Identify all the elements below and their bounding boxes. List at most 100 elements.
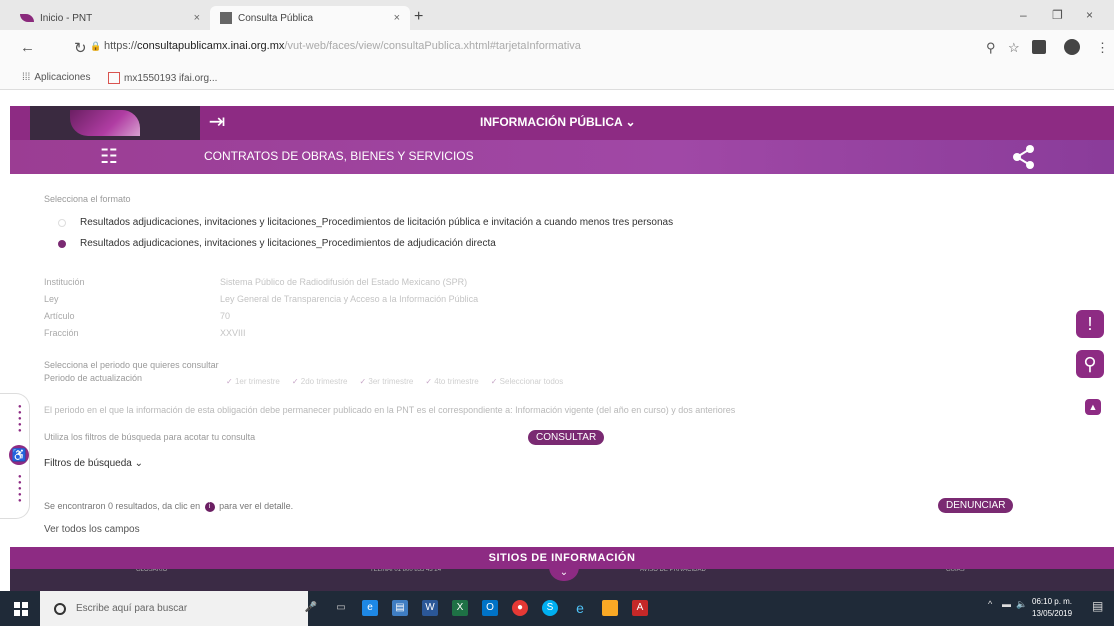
scroll-top-icon[interactable]: ▲ [1085, 399, 1101, 415]
url-scheme: https:// [104, 40, 138, 52]
acrobat-icon[interactable]: A [632, 600, 648, 616]
format-option-label: Resultados adjudicaciones, invitaciones … [80, 238, 496, 249]
bookmark-label: mx1550193 ifai.org... [124, 72, 218, 84]
consultar-button[interactable]: CONSULTAR [528, 430, 605, 445]
search-filters-toggle[interactable]: Filtros de búsqueda ⌄ [44, 458, 143, 469]
site-header: ⇥ INFORMACIÓN PÚBLICA ⌄ [10, 106, 1114, 140]
filter-hint: Utiliza los filtros de búsqueda para aco… [44, 432, 256, 442]
internet-explorer-icon[interactable]: e [572, 600, 588, 616]
task-view-icon[interactable]: ▭ [333, 600, 349, 616]
document-favicon-icon [220, 12, 232, 24]
word-icon[interactable]: W [422, 600, 438, 616]
period-checkbox-q3[interactable]: 3er trimestre [359, 377, 413, 386]
period-label: Periodo de actualización [44, 373, 143, 383]
dots-icon: ● ● ● ● ● [18, 404, 22, 434]
radio-unselected[interactable] [58, 218, 66, 227]
tab-title: Consulta Pública [238, 12, 314, 24]
detail-value: XXVIII [220, 328, 246, 338]
pnt-favicon-icon [20, 14, 34, 22]
more-menu-icon[interactable]: ⋮ [1096, 40, 1109, 56]
detail-key: Fracción [44, 328, 79, 338]
windows-taskbar: Escribe aquí para buscar 🎤 ▭ e ▤ W X O ●… [0, 591, 1114, 626]
taskbar-clock[interactable]: 06:10 p. m. 13/05/2019 [1032, 596, 1072, 620]
close-tab-icon[interactable]: × [394, 12, 400, 24]
radio-selected[interactable] [58, 239, 66, 248]
skype-icon[interactable]: S [542, 600, 558, 616]
outlook-icon[interactable]: O [482, 600, 498, 616]
network-icon[interactable]: ▬ [1002, 599, 1011, 609]
clock-date: 13/05/2019 [1032, 609, 1073, 618]
contracts-document-icon: ☷ [100, 146, 118, 168]
period-checkbox-q1[interactable]: 1er trimestre [226, 377, 280, 386]
login-icon[interactable]: ⇥ [204, 110, 230, 134]
file-explorer-icon[interactable]: ▤ [392, 600, 408, 616]
results-text: Se encontraron 0 resultados, da clic en [44, 501, 201, 511]
url-host: consultapublicamx.inai.org.mx [137, 40, 285, 52]
volume-icon[interactable]: 🔈 [1016, 599, 1027, 610]
detail-key: Institución [44, 277, 85, 287]
bookmarks-bar: ⁞⁞⁞ Aplicaciones mx1550193 ifai.org... [0, 66, 1114, 90]
mail-favicon-icon [108, 72, 120, 84]
section-header: ☷ CONTRATOS DE OBRAS, BIENES Y SERVICIOS [10, 140, 1114, 174]
minimize-button[interactable]: – [1020, 8, 1027, 22]
bookmark-label: Aplicaciones [34, 72, 91, 83]
tab-inicio[interactable]: Inicio - PNT × [10, 6, 210, 30]
period-prompt: Selecciona el periodo que quieres consul… [44, 360, 219, 370]
format-option-adjudicacion[interactable]: Resultados adjudicaciones, invitaciones … [58, 238, 496, 249]
bookmark-mx[interactable]: mx1550193 ifai.org... [108, 72, 217, 84]
pnt-logo-icon[interactable] [70, 110, 140, 136]
close-tab-icon[interactable]: × [194, 12, 200, 24]
alert-icon[interactable]: ! [1076, 310, 1104, 338]
denunciar-button[interactable]: DENUNCIAR [938, 498, 1014, 513]
section-title: CONTRATOS DE OBRAS, BIENES Y SERVICIOS [204, 149, 474, 163]
detail-value: Sistema Público de Radiodifusión del Est… [220, 277, 468, 287]
results-text: para ver el detalle. [219, 501, 294, 511]
period-note: El periodo en el que la información de e… [44, 405, 736, 415]
format-option-licitacion[interactable]: Resultados adjudicaciones, invitaciones … [58, 217, 673, 228]
accessibility-tab[interactable]: ● ● ● ● ● ♿ ● ● ● ● ● [0, 393, 30, 519]
cortana-icon [54, 602, 66, 615]
period-checkbox-q2[interactable]: 2do trimestre [292, 377, 348, 386]
window-close-button[interactable]: × [1086, 8, 1093, 22]
period-checkbox-all[interactable]: Seleccionar todos [491, 377, 564, 386]
microphone-icon[interactable]: 🎤 [303, 600, 319, 616]
share-icon[interactable] [1012, 144, 1036, 170]
notifications-icon[interactable]: ▤ [1092, 599, 1103, 613]
zoom-icon[interactable]: ⚲ [986, 40, 996, 56]
info-icon[interactable]: i [204, 501, 215, 512]
back-arrow-icon[interactable]: ← [20, 39, 35, 56]
detail-key: Ley [44, 294, 59, 304]
url-field[interactable]: https://consultapublicamx.inai.org.mx/vu… [104, 40, 581, 52]
bookmark-star-icon[interactable]: ☆ [1008, 40, 1020, 56]
detail-value: 70 [220, 311, 231, 321]
bookmark-apps[interactable]: ⁞⁞⁞ Aplicaciones [22, 72, 91, 83]
new-tab-button[interactable]: + [414, 8, 423, 26]
url-path: /vut-web/faces/view/consultaPublica.xhtm… [284, 40, 581, 52]
chrome-icon[interactable]: ● [512, 600, 528, 616]
extension-icon[interactable] [1032, 40, 1046, 54]
reload-icon[interactable]: ↻ [74, 39, 87, 57]
windows-start-icon[interactable] [14, 602, 28, 616]
taskbar-search-input[interactable]: Escribe aquí para buscar [40, 591, 308, 626]
informacion-publica-menu[interactable]: INFORMACIÓN PÚBLICA ⌄ [480, 115, 636, 129]
search-placeholder: Escribe aquí para buscar [76, 603, 188, 614]
apps-grid-icon: ⁞⁞⁞ [22, 72, 31, 83]
accessibility-icon[interactable]: ♿ [9, 445, 29, 465]
browser-tab-bar: Inicio - PNT × Consulta Pública × + – ❐ … [0, 0, 1114, 30]
period-checkbox-q4[interactable]: 4to trimestre [425, 377, 478, 386]
see-all-fields-link[interactable]: Ver todos los campos [44, 524, 140, 535]
select-format-label: Selecciona el formato [44, 194, 131, 204]
detail-value: Ley General de Transparencia y Acceso a … [220, 294, 479, 304]
excel-icon[interactable]: X [452, 600, 468, 616]
sticky-notes-icon[interactable] [602, 600, 618, 616]
footer-title: SITIOS DE INFORMACIÓN [10, 547, 1114, 569]
restore-button[interactable]: ❐ [1052, 8, 1063, 22]
dots-icon: ● ● ● ● ● [18, 474, 22, 504]
profile-avatar-icon[interactable] [1064, 39, 1080, 55]
tab-consulta-publica[interactable]: Consulta Pública × [210, 6, 410, 30]
tray-chevron-icon[interactable]: ^ [988, 599, 992, 609]
detail-key: Artículo [44, 311, 75, 321]
edge-icon[interactable]: e [362, 600, 378, 616]
tools-icon[interactable]: ⚲ [1076, 350, 1104, 378]
address-bar-row: ← ↻ 🔒 https://consultapublicamx.inai.org… [0, 30, 1114, 66]
